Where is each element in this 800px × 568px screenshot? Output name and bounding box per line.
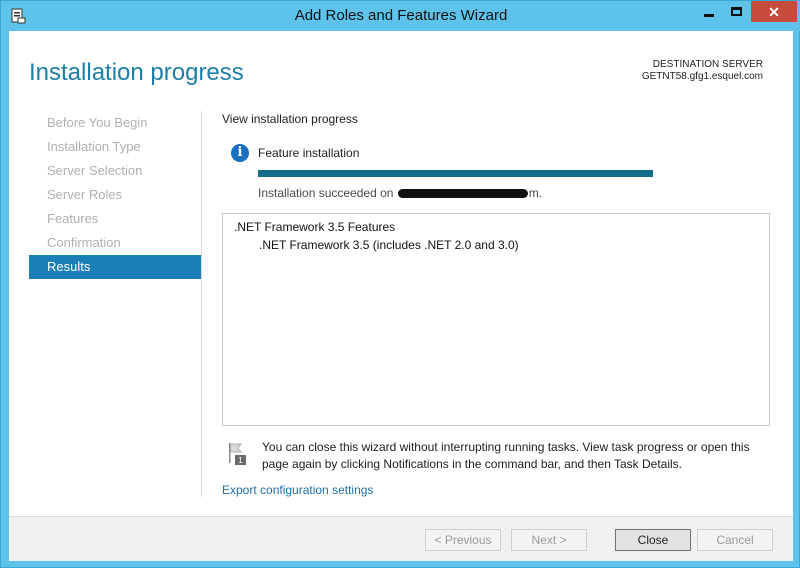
- title-bar[interactable]: Add Roles and Features Wizard ✕: [1, 1, 800, 31]
- cancel-button[interactable]: Cancel: [697, 529, 773, 551]
- close-button[interactable]: Close: [615, 529, 691, 551]
- wizard-nav: Before You Begin Installation Type Serve…: [29, 111, 201, 279]
- installation-status: Installation succeeded on m.: [258, 186, 542, 200]
- nav-item-features[interactable]: Features: [29, 207, 201, 231]
- previous-button[interactable]: < Previous: [425, 529, 501, 551]
- window-close-button[interactable]: ✕: [751, 1, 797, 22]
- progress-fill: [258, 170, 653, 177]
- nav-item-server-selection[interactable]: Server Selection: [29, 159, 201, 183]
- maximize-button[interactable]: [723, 1, 750, 22]
- status-prefix: Installation succeeded on: [258, 186, 394, 200]
- section-title: View installation progress: [222, 112, 358, 126]
- status-suffix: m.: [528, 186, 543, 200]
- nav-item-confirmation[interactable]: Confirmation: [29, 231, 201, 255]
- wizard-footer: < Previous Next > Close Cancel: [9, 516, 793, 561]
- wizard-window: Add Roles and Features Wizard ✕ Installa…: [0, 0, 800, 568]
- result-item-parent: .NET Framework 3.5 Features: [234, 220, 396, 234]
- export-configuration-link[interactable]: Export configuration settings: [222, 483, 373, 497]
- window-title: Add Roles and Features Wizard: [294, 7, 508, 24]
- wizard-client-area: Installation progress DESTINATION SERVER…: [9, 31, 793, 561]
- installation-progress-bar: [258, 170, 653, 177]
- redacted-server-name: [397, 189, 528, 199]
- destination-server-label: DESTINATION SERVER: [652, 59, 763, 70]
- destination-server-name: GETNT58.gfg1.esquel.com: [641, 71, 763, 82]
- nav-item-server-roles[interactable]: Server Roles: [29, 183, 201, 207]
- close-wizard-note: You can close this wizard without interr…: [262, 440, 750, 471]
- nav-item-installation-type[interactable]: Installation Type: [29, 135, 201, 159]
- result-item-child: .NET Framework 3.5 (includes .NET 2.0 an…: [259, 238, 519, 252]
- feature-installation-label: Feature installation: [258, 146, 360, 160]
- maximize-icon: [731, 7, 742, 16]
- nav-item-before-you-begin[interactable]: Before You Begin: [29, 111, 201, 135]
- svg-text:1: 1: [238, 456, 243, 465]
- notification-flag-icon: 1: [229, 443, 246, 465]
- results-list[interactable]: .NET Framework 3.5 Features .NET Framewo…: [222, 213, 770, 426]
- info-icon: i: [231, 144, 249, 162]
- nav-item-results[interactable]: Results: [29, 255, 201, 279]
- nav-divider: [201, 111, 202, 497]
- next-button[interactable]: Next >: [511, 529, 587, 551]
- minimize-icon: [703, 14, 714, 17]
- page-title: Installation progress: [29, 59, 244, 86]
- minimize-button[interactable]: [695, 1, 722, 22]
- close-icon: ✕: [768, 3, 780, 20]
